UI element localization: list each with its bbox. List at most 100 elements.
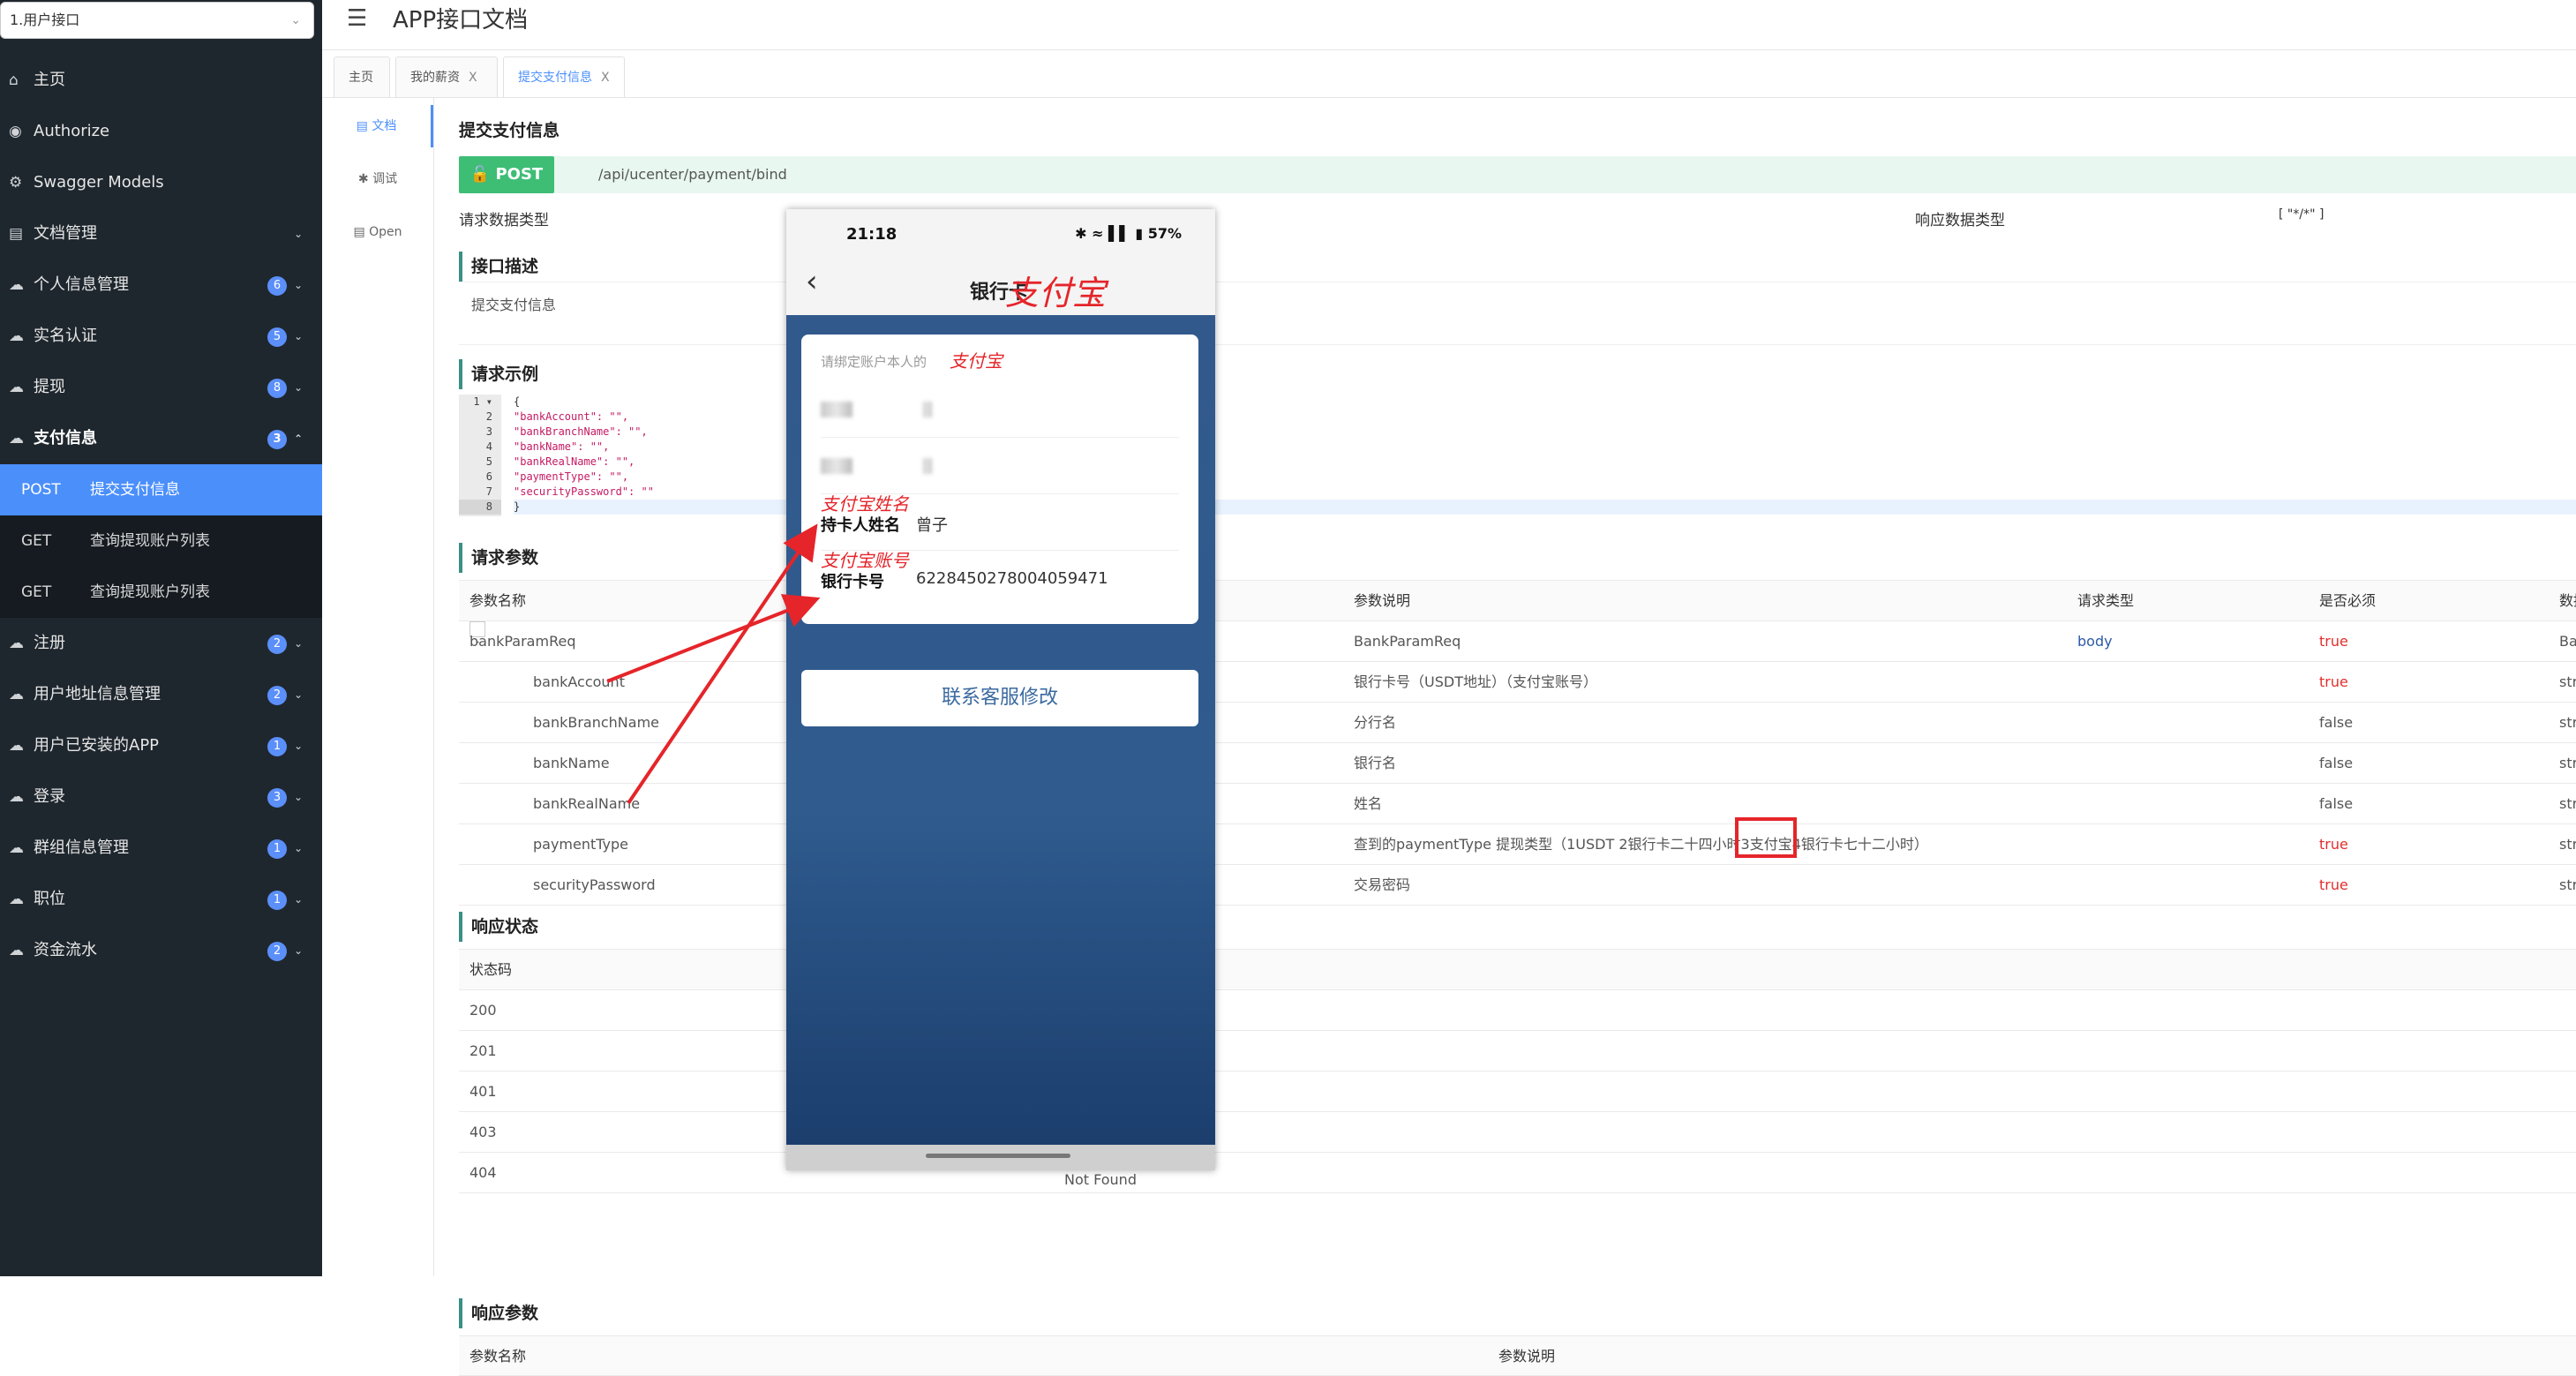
param-type: body (2077, 633, 2113, 650)
subnav-label: Open (369, 225, 402, 239)
page-title: APP接口文档 (393, 7, 529, 34)
sidebar-item-register[interactable]: ☁ 注册 2 ⌄ (0, 618, 322, 669)
sidebar-item-home[interactable]: ⌂ 主页 (0, 55, 322, 106)
line-gutter: 1 ▾ 2 3 4 5 6 7 8 (459, 395, 501, 516)
subnav-label: 文档 (372, 119, 397, 133)
form-row-holder-name[interactable]: 支付宝姓名 持卡人姓名 曾子 (821, 493, 1179, 551)
table-header: 参数名称 参数说明 (459, 1335, 2576, 1376)
sidebar-item-installed-app[interactable]: ☁ 用户已安装的APP 1 ⌄ (0, 720, 322, 771)
tab-home[interactable]: 主页 (334, 56, 390, 97)
param-name: bankName (533, 755, 610, 771)
sidebar-item-label: 提现 (34, 378, 65, 396)
sidebar-item-label: 实名认证 (34, 327, 97, 345)
blurred-label (821, 456, 852, 475)
column-header: 参数说明 (1498, 1348, 1556, 1365)
sidebar-item-withdraw[interactable]: ☁ 提现 8 ⌄ (0, 362, 322, 413)
form-hint: 请绑定账户本人的 (821, 354, 928, 370)
contact-support-button[interactable]: 联系客服修改 (801, 670, 1198, 726)
endpoint-path: /api/ucenter/payment/bind (598, 166, 787, 183)
chevron-down-icon: ⌄ (293, 740, 303, 752)
subnav-debug[interactable]: ✱ 调试 (322, 158, 433, 200)
holder-name-label: 持卡人姓名 (821, 516, 900, 535)
count-badge: 2 (267, 635, 287, 654)
sidebar-item-label: 用户地址信息管理 (34, 685, 161, 703)
param-name: paymentType (533, 836, 629, 853)
sidebar-subitem-submit-payment[interactable]: POST 提交支付信息 (0, 464, 322, 515)
sidebar-item-address[interactable]: ☁ 用户地址信息管理 2 ⌄ (0, 669, 322, 720)
param-required: true (2319, 673, 2348, 690)
chevron-down-icon: ⌄ (293, 330, 303, 342)
subnav-open[interactable]: ▤ Open (322, 211, 433, 253)
table-header: 参数名称 参数说明 请求类型 是否必须 数据 (459, 580, 2576, 621)
column-header: 是否必须 (2319, 592, 2377, 609)
card-number-value: 6228450278004059471 (916, 569, 1108, 588)
group-selector[interactable]: 1.用户接口 ⌄ (0, 2, 314, 39)
sidebar-item-group[interactable]: ☁ 群组信息管理 1 ⌄ (0, 823, 322, 874)
table-row: 401 (459, 1071, 2576, 1112)
line-number: 8 (459, 500, 501, 515)
chevron-down-icon: ⌄ (293, 688, 303, 701)
gear-icon: ⚙ (9, 174, 23, 192)
sidebar-item-doc-management[interactable]: ▤ 文档管理 ⌄ (0, 208, 322, 259)
cloud-icon: ☁ (9, 327, 24, 345)
subnav-doc[interactable]: ▤ 文档 (322, 105, 433, 147)
section-response-params: 响应参数 (459, 1298, 538, 1328)
sidebar-item-real-name[interactable]: ☁ 实名认证 5 ⌄ (0, 311, 322, 362)
line-number: 7 (485, 485, 492, 498)
menu-toggle-icon[interactable]: ☰ (347, 5, 367, 32)
blurred-value (923, 456, 932, 475)
cloud-icon: ☁ (9, 942, 24, 959)
cloud-icon: ☁ (9, 839, 24, 857)
sidebar-subitem-query-accounts-2[interactable]: GET 查询提现账户列表 (0, 567, 322, 618)
home-indicator (926, 1154, 1070, 1158)
close-icon[interactable]: X (469, 71, 477, 85)
table-row: bankRealName 姓名 false strin (459, 784, 2576, 824)
chevron-down-icon: ⌄ (293, 944, 303, 957)
back-arrow-icon[interactable]: ‹ (806, 264, 818, 299)
http-method: POST (21, 481, 61, 499)
column-header: 参数名称 (469, 1348, 527, 1365)
bug-icon: ✱ (357, 172, 373, 186)
param-data: strin (2559, 876, 2576, 893)
sidebar-item-label: 职位 (34, 890, 65, 908)
sidebar-item-label: Swagger Models (34, 173, 164, 192)
status-code: 201 (469, 1042, 497, 1059)
sidebar-item-login[interactable]: ☁ 登录 3 ⌄ (0, 771, 322, 823)
tab-my-salary[interactable]: 我的薪资 X (395, 56, 498, 97)
subnav-label: 调试 (372, 172, 398, 186)
cloud-icon: ☁ (9, 788, 24, 806)
tab-label: 提交支付信息 (518, 71, 592, 85)
cloud-icon: ☁ (9, 379, 24, 396)
annotation-box-alipay (1735, 817, 1797, 858)
sidebar-item-position[interactable]: ☁ 职位 1 ⌄ (0, 874, 322, 925)
column-header: 数据 (2559, 592, 2576, 609)
close-icon[interactable]: X (601, 71, 610, 85)
sidebar-subitem-label: 提交支付信息 (90, 481, 180, 499)
param-desc: 交易密码 (1354, 876, 1411, 893)
chevron-down-icon: ⌄ (293, 842, 303, 854)
param-desc: 姓名 (1354, 795, 1383, 812)
doc-subnav: ▤ 文档 ✱ 调试 ▤ Open (322, 98, 434, 1276)
form-row-card-number[interactable]: 支付宝账号 银行卡号 6228450278004059471 (821, 550, 1179, 606)
method-badge[interactable]: 🔓 POST (459, 156, 554, 193)
status-code: 403 (469, 1124, 497, 1140)
sidebar-item-label: 文档管理 (34, 224, 97, 243)
sidebar-item-personal-info[interactable]: ☁ 个人信息管理 6 ⌄ (0, 259, 322, 311)
sidebar-item-swagger-models[interactable]: ⚙ Swagger Models (0, 157, 322, 208)
param-required: false (2319, 795, 2354, 812)
phone-status-bar: 21:18 ✱ ≈ ▌▌ ▮ 57% (786, 209, 1215, 253)
table-row: -bankParamReq BankParamReq body true Ban (459, 621, 2576, 662)
sidebar-subitem-query-accounts[interactable]: GET 查询提现账户列表 (0, 515, 322, 567)
code-editor[interactable]: 1 ▾ 2 3 4 5 6 7 8 { "bankAccount": "", "bankBra… (459, 395, 2576, 516)
sidebar-subitem-label: 查询提现账户列表 (90, 532, 210, 550)
bank-card-form: 请绑定账户本人的 支付宝 支付宝姓名 持卡人姓名 曾子 支付宝账号 银行卡号 6… (801, 335, 1198, 624)
sidebar-item-label: 资金流水 (34, 941, 97, 959)
tab-submit-payment[interactable]: 提交支付信息 X (503, 56, 625, 97)
description-box: 提交支付信息 (459, 282, 2576, 345)
sidebar-item-payment-info[interactable]: ☁ 支付信息 3 ⌃ (0, 413, 322, 464)
sidebar-item-authorize[interactable]: ◉ Authorize (0, 106, 322, 157)
holder-name-value: 曾子 (916, 516, 948, 535)
sidebar-item-fund-flow[interactable]: ☁ 资金流水 2 ⌄ (0, 925, 322, 976)
param-data: Ban (2559, 633, 2576, 650)
http-method: GET (21, 532, 52, 550)
